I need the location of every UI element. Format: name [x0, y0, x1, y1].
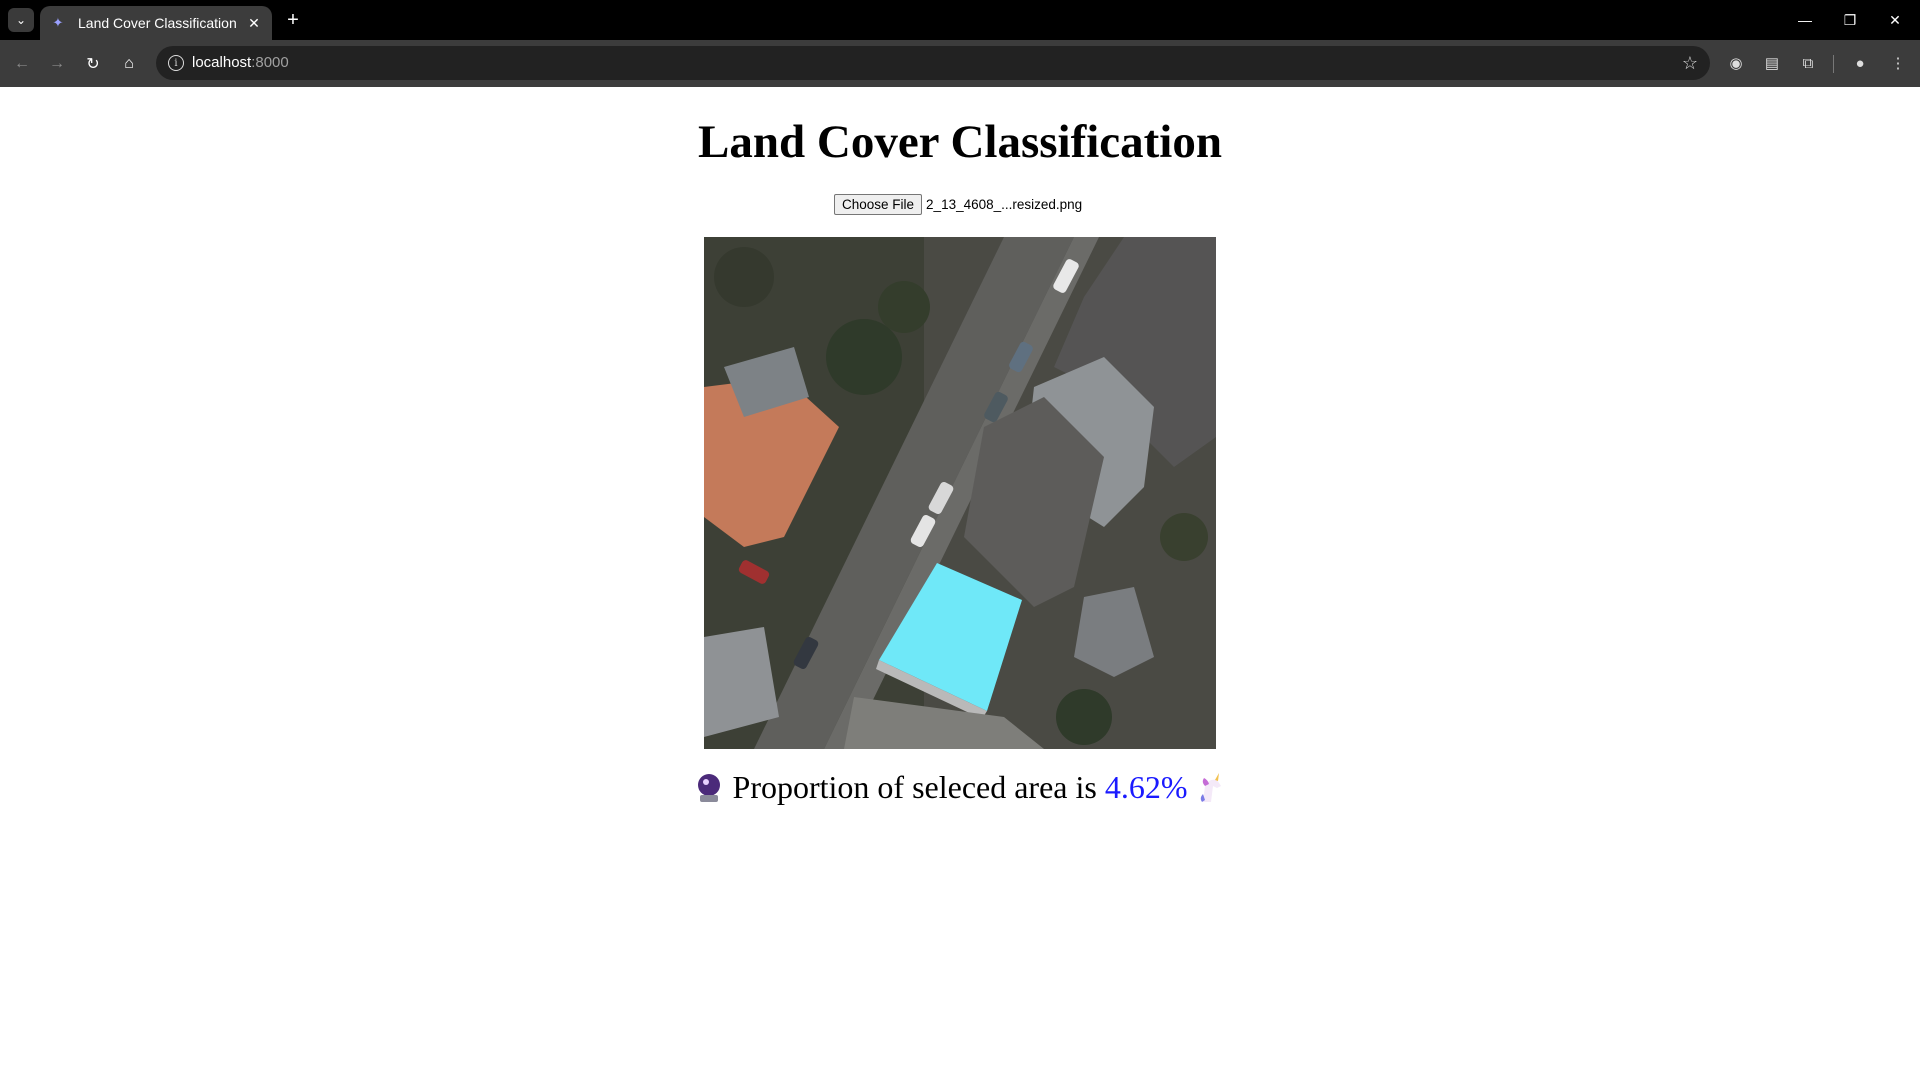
forward-icon[interactable]: → — [44, 51, 70, 77]
close-icon[interactable]: ✕ — [1872, 4, 1918, 36]
address-bar[interactable]: i localhost:8000 ☆ — [156, 46, 1710, 80]
reload-icon[interactable]: ↻ — [80, 51, 106, 77]
reading-list-icon[interactable]: ▤ — [1760, 51, 1784, 75]
unicorn-icon — [1195, 772, 1227, 804]
tab-strip: ⌄ ✦ Land Cover Classification ✕ + — ❐ ✕ — [0, 0, 1920, 40]
choose-file-button[interactable]: Choose File — [834, 193, 923, 215]
aerial-image — [704, 237, 1216, 749]
bookmark-star-icon[interactable]: ☆ — [1682, 53, 1698, 74]
browser-toolbar: ← → ↻ ⌂ i localhost:8000 ☆ ◉ ▤ ⧉ ● ⋮ — [0, 40, 1920, 87]
toolbar-separator — [1833, 55, 1834, 73]
tab-active[interactable]: ✦ Land Cover Classification ✕ — [40, 6, 272, 40]
browser-chrome: ⌄ ✦ Land Cover Classification ✕ + — ❐ ✕ … — [0, 0, 1920, 87]
tab-title: Land Cover Classification — [78, 15, 237, 31]
page-content: Land Cover Classification Choose File 2_… — [0, 87, 1920, 1080]
menu-icon[interactable]: ⋮ — [1886, 51, 1910, 75]
sparkle-icon: ✦ — [52, 15, 64, 30]
minimize-icon[interactable]: — — [1782, 4, 1828, 36]
page-title: Land Cover Classification — [698, 116, 1222, 168]
chevron-down-icon[interactable]: ⌄ — [8, 8, 34, 32]
result-prefix: Proportion of seleced area is — [732, 769, 1097, 805]
close-icon[interactable]: ✕ — [244, 13, 264, 33]
profile-icon[interactable]: ● — [1848, 51, 1872, 75]
file-name: 2_13_4608_...resized.png — [926, 196, 1083, 212]
plus-icon[interactable]: + — [282, 9, 304, 31]
back-icon[interactable]: ← — [9, 51, 35, 77]
result-percentage: 4.62% — [1104, 769, 1188, 805]
crystal-ball-icon — [693, 772, 725, 804]
chrome-icon[interactable]: ◉ — [1724, 51, 1748, 75]
restore-icon[interactable]: ❐ — [1827, 4, 1873, 36]
home-icon[interactable]: ⌂ — [116, 51, 142, 77]
extensions-icon[interactable]: ⧉ — [1796, 51, 1820, 75]
info-icon[interactable]: i — [168, 55, 184, 71]
file-input[interactable]: Choose File 2_13_4608_...resized.png — [834, 193, 1082, 215]
result-text: Proportion of seleced area is 4.62% — [0, 769, 1920, 806]
url-text[interactable]: localhost:8000 — [192, 54, 289, 71]
